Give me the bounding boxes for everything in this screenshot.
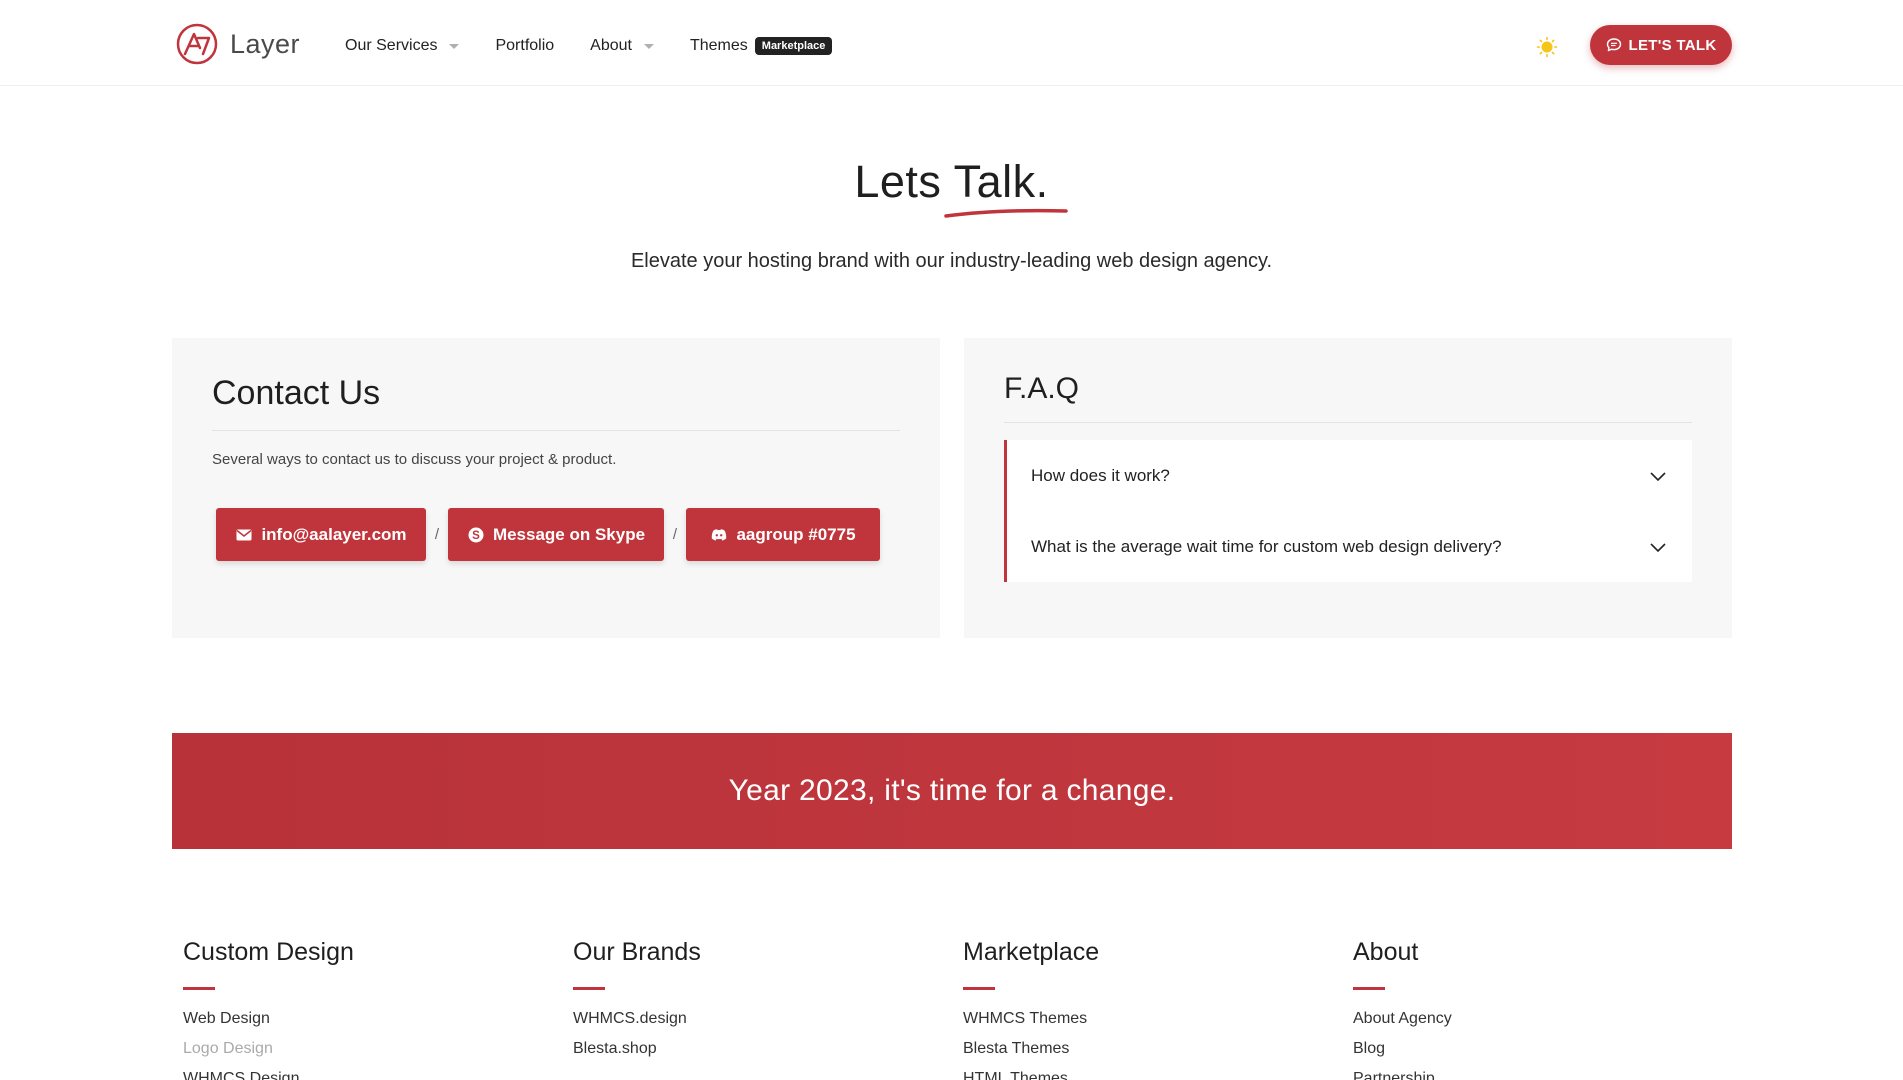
footer-link[interactable]: HTML Themes	[963, 1069, 1323, 1080]
divider	[212, 430, 900, 431]
footer-column-title: Marketplace	[963, 938, 1100, 966]
footer-column-title: Our Brands	[573, 938, 701, 966]
lets-talk-button[interactable]: LET'S TALK	[1590, 25, 1732, 65]
sun-icon[interactable]	[1536, 36, 1558, 58]
separator: /	[672, 526, 678, 543]
nav-about[interactable]: About	[590, 35, 654, 57]
lets-talk-label: LET'S TALK	[1628, 36, 1717, 54]
nav-themes[interactable]: Themes Marketplace	[689, 35, 833, 57]
separator: /	[434, 526, 440, 543]
footer-column-title: About	[1353, 938, 1419, 966]
logo-text: Layer	[230, 28, 301, 59]
footer-column-our-brands: Our Brands WHMCS.design Blesta.shop	[573, 938, 933, 1069]
svg-text:S: S	[472, 530, 480, 542]
nav-label: About	[590, 37, 632, 54]
footer-link[interactable]: Partnership	[1353, 1069, 1713, 1080]
skype-label: Message on Skype	[492, 524, 646, 544]
nav-our-services[interactable]: Our Services	[345, 35, 460, 57]
footer-link[interactable]: WHMCS Design	[183, 1069, 543, 1080]
footer-link[interactable]: Blesta Themes	[963, 1039, 1323, 1069]
divider	[1004, 422, 1692, 423]
accent-bar	[963, 987, 995, 990]
nav-label: Our Services	[345, 37, 438, 54]
faq-question: How does it work?	[1031, 465, 1170, 485]
title-underline-decoration	[944, 208, 1068, 218]
hero-title: Lets Talk.	[854, 156, 1049, 207]
accent-bar	[573, 987, 605, 990]
footer-column-title: Custom Design	[183, 938, 354, 966]
contact-buttons: info@aalayer.com / S Message on Skype / …	[216, 508, 880, 561]
faq-item[interactable]: How does it work?	[1007, 440, 1692, 511]
footer-column-marketplace: Marketplace WHMCS Themes Blesta Themes H…	[963, 938, 1323, 1080]
footer-link[interactable]: Logo Design	[183, 1039, 543, 1069]
contact-title: Contact Us	[212, 374, 381, 412]
marketplace-badge: Marketplace	[754, 37, 833, 55]
promo-banner: Year 2023, it's time for a change.	[172, 733, 1732, 849]
footer-link[interactable]: Blog	[1353, 1039, 1713, 1069]
skype-icon: S	[468, 527, 484, 542]
chevron-down-icon	[1650, 471, 1666, 481]
footer-link[interactable]: About Agency	[1353, 1009, 1713, 1039]
email-button[interactable]: info@aalayer.com	[216, 508, 426, 561]
logo[interactable]: Layer	[176, 23, 300, 65]
faq-title: F.A.Q	[1004, 372, 1080, 405]
logo-icon	[176, 23, 218, 65]
discord-button[interactable]: aagroup #0775	[686, 508, 880, 561]
site-header: Layer Our Services Portfolio About Theme…	[0, 0, 1903, 86]
accent-bar	[1353, 987, 1385, 990]
email-label: info@aalayer.com	[261, 524, 407, 544]
footer-column-about: About About Agency Blog Partnership	[1353, 938, 1713, 1080]
mail-icon	[236, 529, 252, 540]
chevron-down-icon	[449, 43, 460, 49]
footer-link[interactable]: WHMCS.design	[573, 1009, 933, 1039]
footer-link[interactable]: Blesta.shop	[573, 1039, 933, 1069]
faq-item[interactable]: What is the average wait time for custom…	[1007, 511, 1692, 582]
chevron-down-icon	[1650, 542, 1666, 552]
main-nav: Our Services Portfolio About Themes Mark…	[345, 35, 868, 57]
discord-label: aagroup #0775	[736, 524, 856, 544]
footer-link[interactable]: Web Design	[183, 1009, 543, 1039]
accent-bar	[183, 987, 215, 990]
contact-card: Contact Us Several ways to contact us to…	[172, 338, 940, 638]
faq-question: What is the average wait time for custom…	[1031, 536, 1502, 556]
faq-accordion: How does it work? What is the average wa…	[1004, 440, 1692, 582]
nav-portfolio[interactable]: Portfolio	[495, 35, 554, 57]
banner-text: Year 2023, it's time for a change.	[728, 774, 1176, 807]
nav-label: Portfolio	[495, 37, 555, 54]
skype-button[interactable]: S Message on Skype	[448, 508, 664, 561]
contact-description: Several ways to contact us to discuss yo…	[212, 451, 617, 468]
discord-icon	[712, 528, 727, 540]
footer-column-custom-design: Custom Design Web Design Logo Design WHM…	[183, 938, 543, 1080]
footer-link[interactable]: WHMCS Themes	[963, 1009, 1323, 1039]
faq-card: F.A.Q How does it work? What is the aver…	[964, 338, 1732, 638]
hero-subtitle: Elevate your hosting brand with our indu…	[630, 250, 1273, 272]
nav-label: Themes	[689, 37, 748, 54]
chevron-down-icon	[643, 43, 654, 49]
chat-icon	[1606, 38, 1621, 52]
